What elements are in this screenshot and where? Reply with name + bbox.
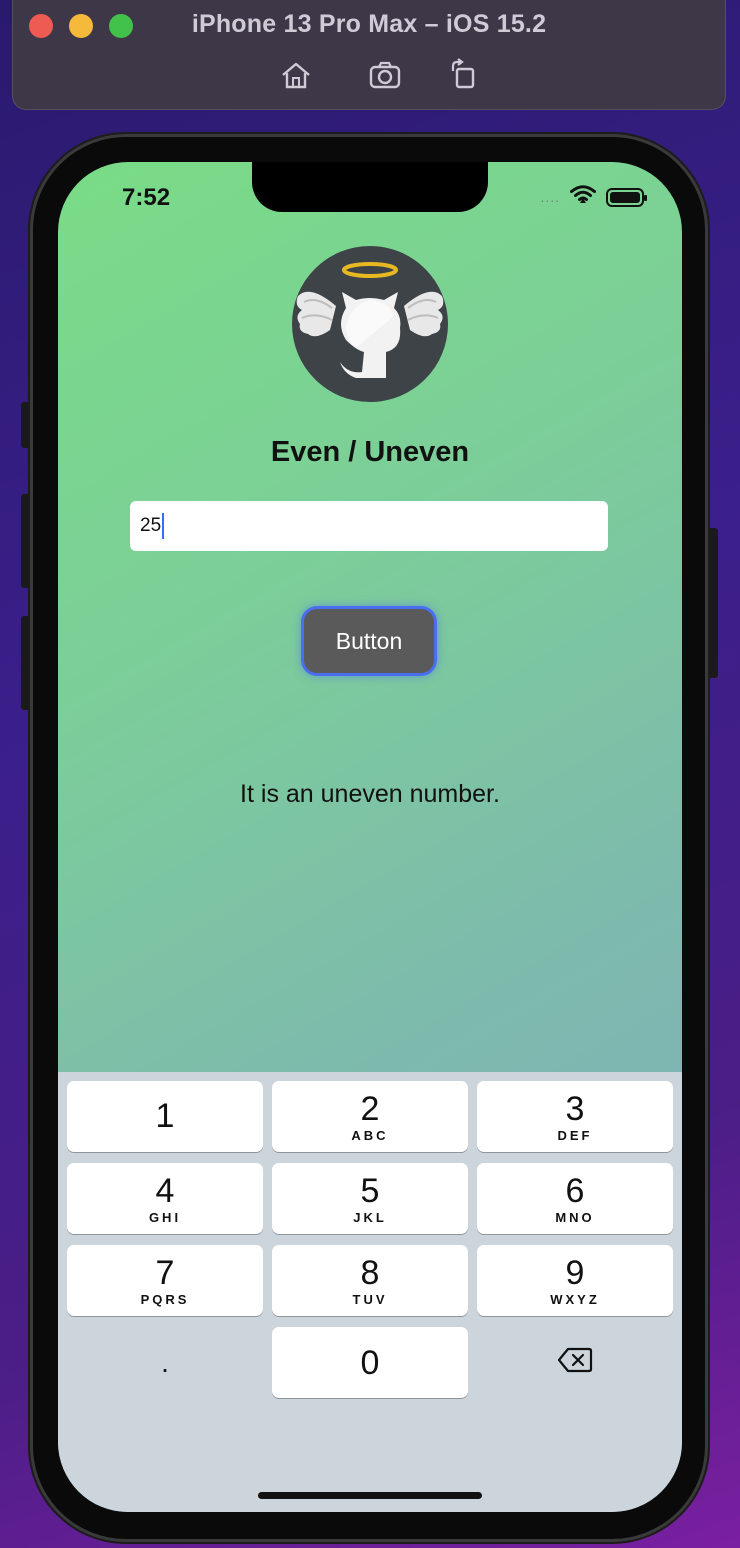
number-pad-keyboard: 1 2 ABC 3 DEF 4 GHI 5 JKL 6 MNO 7 PQRS 8 — [58, 1072, 682, 1512]
power-button — [708, 528, 718, 678]
battery-icon — [606, 187, 647, 207]
key-2[interactable]: 2 ABC — [272, 1081, 468, 1152]
key-digit: 0 — [360, 1343, 380, 1382]
simulator-title-bar: iPhone 13 Pro Max – iOS 15.2 — [12, 0, 726, 110]
home-indicator[interactable] — [258, 1492, 482, 1499]
delete-backspace-icon — [557, 1347, 593, 1378]
number-input-value: 25 — [140, 515, 162, 536]
key-digit: 6 — [565, 1171, 585, 1210]
key-letters: WXYZ — [550, 1291, 600, 1307]
key-letters: DEF — [557, 1127, 593, 1143]
result-label: It is an uneven number. — [240, 780, 500, 808]
key-1[interactable]: 1 — [67, 1081, 263, 1152]
number-input[interactable]: 25 — [130, 501, 608, 551]
status-time: 7:52 — [122, 184, 171, 211]
signal-indicator: .... — [540, 189, 560, 205]
key-digit: 3 — [565, 1089, 585, 1128]
status-icons: .... — [540, 184, 647, 210]
key-digit: 9 — [565, 1253, 585, 1292]
home-icon[interactable] — [278, 58, 314, 92]
key-letters: MNO — [555, 1209, 595, 1225]
key-7[interactable]: 7 PQRS — [67, 1245, 263, 1316]
screenshot-icon[interactable] — [367, 58, 403, 92]
key-letters: TUV — [352, 1291, 388, 1307]
key-letters: ABC — [351, 1127, 389, 1143]
key-digit: 8 — [360, 1253, 380, 1292]
key-digit: . — [161, 1346, 169, 1378]
key-digit: 7 — [155, 1253, 175, 1292]
key-9[interactable]: 9 WXYZ — [477, 1245, 673, 1316]
key-digit: 2 — [360, 1089, 380, 1128]
key-3[interactable]: 3 DEF — [477, 1081, 673, 1152]
octocat-angel-logo — [290, 244, 450, 404]
text-caret — [162, 513, 165, 539]
notch — [252, 162, 488, 212]
key-digit: 1 — [155, 1097, 175, 1135]
key-letters: GHI — [148, 1209, 182, 1225]
app-title: Even / Uneven — [270, 436, 470, 468]
key-5[interactable]: 5 JKL — [272, 1163, 468, 1234]
key-0[interactable]: 0 — [272, 1327, 468, 1398]
key-letters: PQRS — [140, 1291, 190, 1307]
key-decimal[interactable]: . — [67, 1327, 263, 1398]
simulator-title: iPhone 13 Pro Max – iOS 15.2 — [191, 10, 547, 38]
phone-screen: 7:52 .... Even / Uneven 25 Button It is … — [58, 162, 682, 1512]
delete-key[interactable] — [477, 1327, 673, 1398]
wifi-icon — [570, 184, 596, 210]
rotate-icon[interactable] — [445, 58, 481, 92]
check-button[interactable]: Button — [304, 609, 434, 673]
key-6[interactable]: 6 MNO — [477, 1163, 673, 1234]
key-digit: 5 — [360, 1171, 380, 1210]
key-letters: JKL — [353, 1209, 387, 1225]
key-4[interactable]: 4 GHI — [67, 1163, 263, 1234]
key-digit: 4 — [155, 1171, 175, 1210]
key-8[interactable]: 8 TUV — [272, 1245, 468, 1316]
